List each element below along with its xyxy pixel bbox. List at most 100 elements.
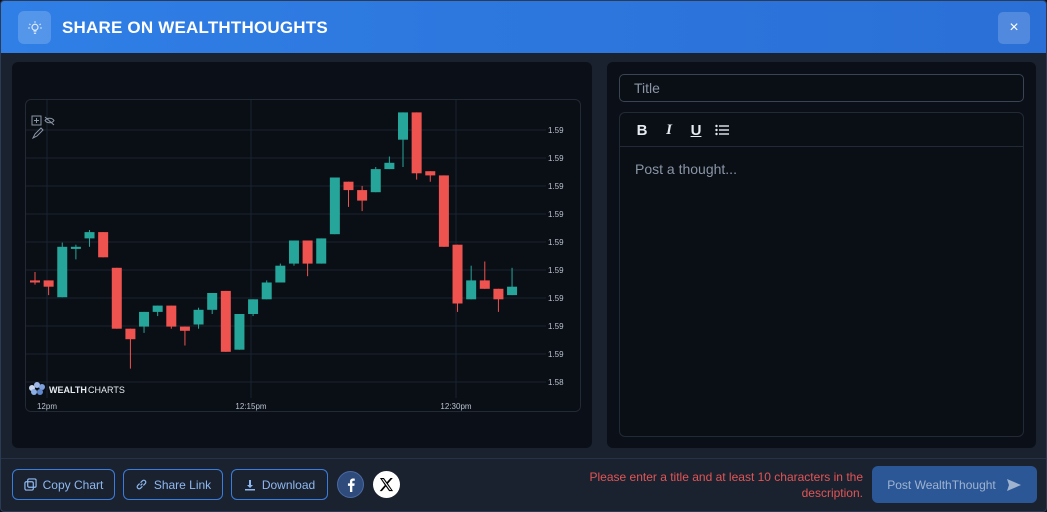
candle: [111, 267, 122, 329]
candle: [343, 181, 354, 207]
candle: [179, 326, 190, 346]
candle-body: [425, 171, 436, 176]
logo-text-light: CHARTS: [88, 385, 125, 395]
candle-body: [248, 299, 259, 314]
y-tick-label: 1.59: [548, 182, 564, 191]
candle: [302, 240, 313, 277]
candle-body: [288, 240, 299, 264]
candle-body: [370, 169, 381, 193]
underline-button[interactable]: U: [687, 121, 705, 139]
candle: [288, 240, 299, 266]
chart-frame: 1.59 1.59 1.59 1.59 1.59 1.59 1.59 1.59 1.59 1.58…: [25, 99, 581, 412]
bold-icon: B: [636, 121, 648, 139]
candle: [207, 293, 218, 314]
candle-body: [57, 246, 68, 298]
post-wealththought-button[interactable]: Post WealthThought: [872, 466, 1037, 503]
candle-body: [30, 280, 40, 283]
share-modal: SHARE ON WEALTHTHOUGHTS × 1.59 1.59 1.59 1.…: [0, 0, 1047, 512]
y-tick-label: 1.59: [548, 154, 564, 163]
candle-body: [384, 162, 395, 170]
download-button[interactable]: Download: [231, 469, 328, 500]
italic-icon: I: [666, 121, 672, 138]
post-label: Post WealthThought: [887, 477, 996, 492]
x-icon: [379, 477, 394, 492]
candle-body: [234, 314, 245, 350]
candle: [220, 290, 231, 352]
candle: [139, 311, 150, 333]
hide-eye-icon[interactable]: [44, 116, 55, 126]
y-tick-label: 1.59: [548, 294, 564, 303]
candle: [316, 238, 327, 264]
candlestick-chart: 1.59 1.59 1.59 1.59 1.59 1.59 1.59 1.59 1.59 1.58…: [26, 100, 580, 411]
editor-placeholder: Post a thought...: [635, 161, 737, 177]
candle: [98, 232, 109, 258]
y-tick-label: 1.59: [548, 238, 564, 247]
description-editor[interactable]: B I U Post a thought...: [619, 112, 1024, 437]
candle-body: [275, 265, 286, 283]
candle: [398, 112, 409, 167]
candle-body: [316, 238, 327, 264]
candle: [493, 288, 504, 312]
candle-body: [166, 305, 177, 327]
candle-body: [152, 305, 163, 312]
candle: [57, 242, 68, 298]
y-tick-label: 1.59: [548, 322, 564, 331]
candle-body: [398, 112, 409, 140]
italic-button[interactable]: I: [660, 121, 678, 139]
title-input[interactable]: [619, 74, 1024, 102]
x-share-button[interactable]: [373, 471, 400, 498]
candle: [125, 328, 136, 369]
candle-body: [193, 309, 204, 325]
bold-button[interactable]: B: [633, 121, 651, 139]
editor-toolbar: B I U: [620, 113, 1023, 147]
candle: [425, 171, 436, 182]
lightbulb-icon: [18, 11, 51, 44]
logo-text-bold: WEALTH: [49, 385, 87, 395]
bullet-list-button[interactable]: [713, 121, 731, 139]
candle-body: [507, 286, 518, 296]
candle-body: [43, 280, 54, 287]
candle: [370, 167, 381, 193]
x-tick-label: 12pm: [37, 402, 57, 411]
candle-body: [411, 112, 422, 174]
candle-body: [302, 240, 313, 264]
facebook-share-button[interactable]: [337, 471, 364, 498]
candle-body: [98, 232, 109, 258]
close-button[interactable]: ×: [998, 12, 1030, 44]
candle-body: [139, 311, 150, 327]
y-tick-label: 1.58: [548, 378, 564, 387]
candle: [234, 314, 245, 350]
modal-title: SHARE ON WEALTHTHOUGHTS: [62, 18, 328, 37]
facebook-icon: [347, 477, 355, 492]
candle-body: [125, 328, 136, 340]
candle-body: [261, 282, 272, 300]
crosshair-tool-icon[interactable]: [31, 115, 42, 126]
candle: [452, 244, 463, 312]
underline-icon: U: [690, 121, 702, 139]
candle-body: [357, 190, 368, 201]
candle-body: [84, 232, 95, 239]
download-label: Download: [261, 477, 316, 492]
candle-body: [466, 280, 477, 300]
candle: [30, 272, 40, 285]
candle: [261, 280, 272, 300]
candle: [466, 265, 477, 300]
candle: [507, 267, 518, 296]
candle-body: [111, 267, 122, 329]
modal-header: SHARE ON WEALTHTHOUGHTS ×: [1, 1, 1046, 53]
copy-chart-button[interactable]: Copy Chart: [12, 469, 115, 500]
candle: [357, 185, 368, 212]
y-tick-label: 1.59: [548, 350, 564, 359]
y-tick-label: 1.59: [548, 266, 564, 275]
validation-error: Please enter a title and at least 10 cha…: [589, 470, 864, 500]
candle-body: [438, 175, 449, 247]
candle-body: [220, 290, 231, 352]
y-tick-label: 1.59: [548, 126, 564, 135]
candle-body: [452, 244, 463, 304]
share-link-button[interactable]: Share Link: [123, 469, 223, 500]
x-tick-label: 12:15pm: [235, 402, 266, 411]
candle: [166, 305, 177, 329]
candle: [152, 305, 163, 317]
wealthcharts-logo: WEALTH CHARTS: [29, 382, 125, 395]
bullet-list-icon: [715, 124, 729, 136]
